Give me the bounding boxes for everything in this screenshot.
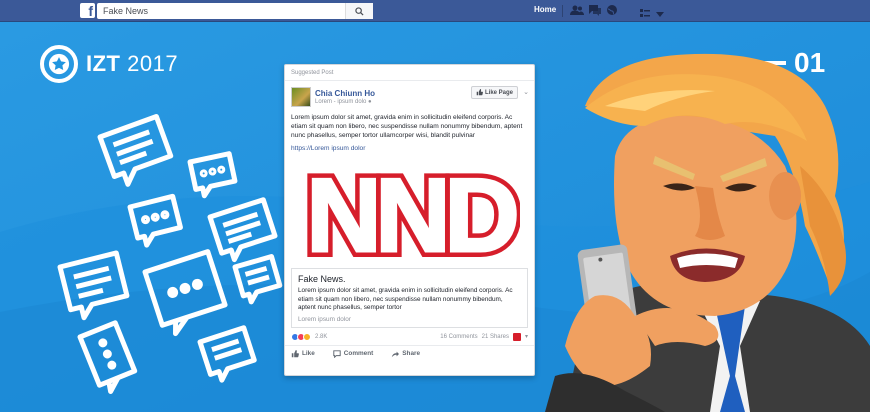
- facebook-logo[interactable]: f: [80, 3, 95, 18]
- avatar[interactable]: [291, 87, 311, 107]
- brand-logo: IZT 2017: [40, 45, 178, 83]
- search-icon: [355, 6, 364, 16]
- post-subtitle: Lorem - ipsum dolo ●: [315, 99, 375, 105]
- news-logo: NND NND: [300, 163, 520, 263]
- haha-reaction-icon: [303, 332, 311, 341]
- suggested-post-label: Suggested Post: [285, 65, 534, 81]
- like-page-label: Like Page: [484, 89, 513, 96]
- quick-help-icon[interactable]: [640, 4, 650, 22]
- like-page-button[interactable]: Like Page: [470, 86, 518, 99]
- reaction-count: 2.8K: [315, 333, 328, 340]
- facebook-top-bar: f Fake News Home: [0, 0, 870, 22]
- globe-icon: ●: [368, 99, 372, 105]
- share-label: Share: [402, 350, 421, 358]
- post-image-news-logo[interactable]: NND NND: [291, 158, 529, 268]
- notifications-globe-icon[interactable]: [606, 3, 618, 21]
- post-stats: 2.8K 16 Comments 21 Shares ▾: [285, 328, 534, 346]
- comment-label: Comment: [343, 350, 374, 358]
- home-link[interactable]: Home: [534, 5, 556, 14]
- share-button[interactable]: Share: [391, 350, 420, 358]
- shares-count[interactable]: 21 Shares: [482, 334, 509, 340]
- share-icon: [392, 351, 400, 357]
- link-description: Lorem ipsum dolor sit amet, gravida enim…: [298, 287, 513, 312]
- account-menu-icon[interactable]: [656, 4, 664, 22]
- search-input[interactable]: Fake News: [97, 6, 345, 16]
- post-header: Chia Chiunn Ho Lorem - ipsum dolo ● Like…: [285, 81, 534, 107]
- search-button[interactable]: [345, 3, 373, 19]
- comment-button[interactable]: Comment: [333, 350, 373, 358]
- nav-right-group: [640, 4, 664, 22]
- star-badge-icon: [40, 45, 78, 83]
- caret-down-icon[interactable]: ▾: [525, 333, 528, 340]
- reactions-summary[interactable]: 2.8K: [291, 332, 328, 341]
- search-bar[interactable]: Fake News: [97, 3, 373, 19]
- thumbs-up-icon: [476, 89, 483, 96]
- like-label: Like: [302, 350, 315, 358]
- friends-icon[interactable]: [570, 3, 584, 21]
- post-link[interactable]: https://Lorem ipsum dolor: [285, 140, 534, 152]
- brand-name: IZT 2017: [86, 51, 178, 77]
- messages-icon[interactable]: [588, 3, 602, 21]
- link-domain: Lorem ipsum dolor: [298, 315, 351, 323]
- post-actions: Like Comment Share: [285, 346, 534, 362]
- angry-character-illustration: [545, 53, 870, 412]
- profile-thumb-icon[interactable]: [512, 332, 521, 341]
- link-title[interactable]: Fake News.: [298, 274, 521, 284]
- nav-icon-group: [570, 3, 618, 21]
- brand-name-text: IZT: [86, 51, 121, 76]
- suggested-post-card: Suggested Post Chia Chiunn Ho Lorem - ip…: [284, 64, 535, 376]
- post-subtitle-text: Lorem - ipsum dolo: [315, 99, 367, 105]
- news-logo-text-inner: NND: [306, 163, 515, 263]
- comments-count[interactable]: 16 Comments: [440, 334, 477, 340]
- brand-year: 2017: [127, 51, 179, 76]
- author-name[interactable]: Chia Chiunn Ho: [315, 89, 375, 98]
- nav-divider: [562, 5, 563, 17]
- comment-icon: [333, 350, 341, 358]
- like-button[interactable]: Like: [291, 349, 315, 358]
- chevron-down-icon[interactable]: ⌄: [523, 88, 529, 96]
- link-preview[interactable]: Fake News. Lorem ipsum dolor sit amet, g…: [291, 268, 528, 328]
- post-body-text: Lorem ipsum dolor sit amet, gravida enim…: [291, 114, 523, 139]
- thumbs-up-icon: [291, 349, 299, 357]
